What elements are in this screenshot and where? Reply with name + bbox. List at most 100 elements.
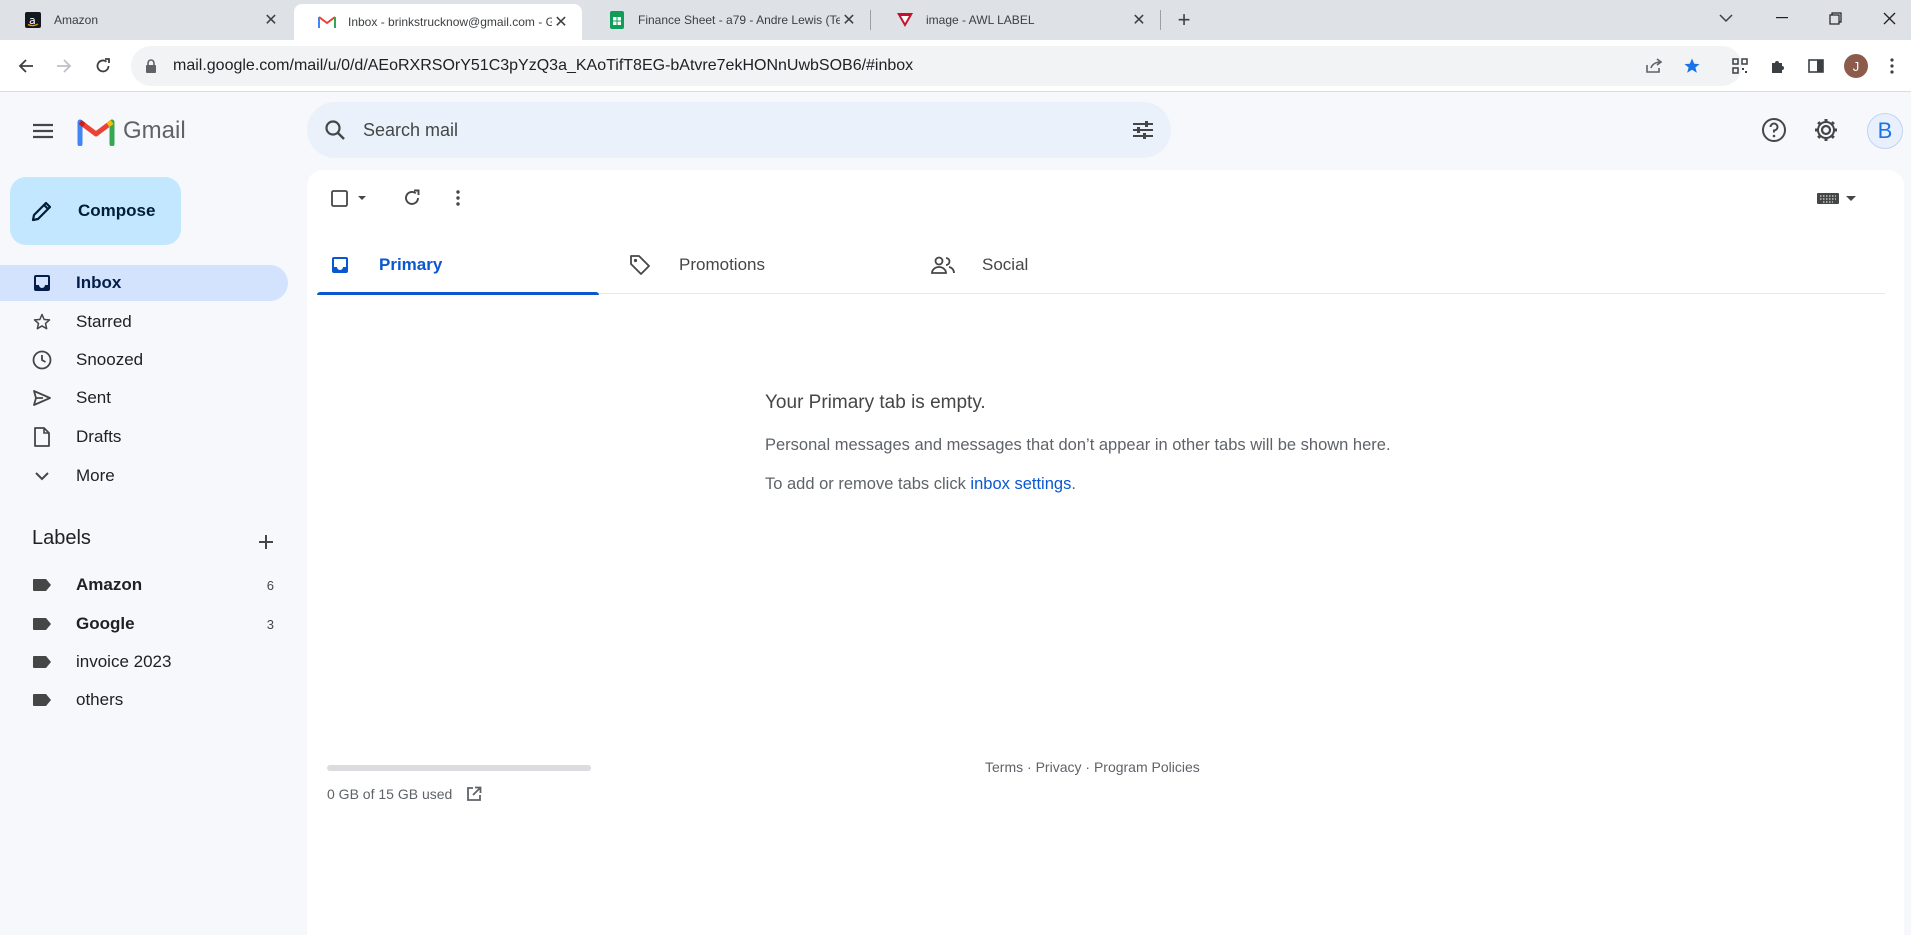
footer-separator: · <box>1023 759 1036 775</box>
tab-title: Inbox - brinkstrucknow@gmail.com - G <box>348 15 552 29</box>
search-bar <box>307 102 1171 158</box>
terms-link[interactable]: Terms <box>985 759 1023 775</box>
search-input[interactable] <box>363 119 1115 141</box>
awl-icon <box>896 11 914 29</box>
nav-item-label: Starred <box>76 312 132 331</box>
program-policies-link[interactable]: Program Policies <box>1094 759 1200 775</box>
search-options-icon[interactable] <box>1115 102 1171 158</box>
side-panel-icon[interactable] <box>1802 52 1830 80</box>
send-icon <box>30 386 54 410</box>
nav-item-label: Sent <box>76 388 111 407</box>
nav-item-label: Drafts <box>76 427 122 446</box>
browser-menu-icon[interactable] <box>1878 52 1906 80</box>
sheets-icon <box>608 11 626 29</box>
inbox-settings-link[interactable]: inbox settings <box>970 475 1071 493</box>
settings-hint-suffix: . <box>1071 475 1076 493</box>
tab-label: Primary <box>379 255 443 274</box>
more-actions-icon[interactable] <box>441 182 475 214</box>
open-in-new-icon[interactable] <box>464 784 484 804</box>
browser-tab-gmail[interactable]: Inbox - brinkstrucknow@gmail.com - G ✕ <box>294 4 582 40</box>
browser-toolbar: mail.google.com/mail/u/0/d/AEoRXRSOrY51C… <box>0 40 1911 92</box>
close-window-icon[interactable] <box>1867 0 1911 36</box>
help-icon[interactable] <box>1756 112 1792 148</box>
tab-label: Social <box>982 255 1029 274</box>
add-label-icon[interactable] <box>252 528 280 556</box>
gmail-logo[interactable]: Gmail <box>77 114 186 148</box>
label-name: others <box>76 690 124 709</box>
tab-promotions[interactable]: Promotions <box>617 236 899 294</box>
close-icon[interactable]: ✕ <box>840 11 858 29</box>
close-icon[interactable]: ✕ <box>552 13 570 31</box>
new-tab-button[interactable]: + <box>1172 7 1196 32</box>
nav-item-more[interactable]: More <box>0 458 288 494</box>
draft-icon <box>30 425 54 449</box>
browser-tab-sheets[interactable]: Finance Sheet - a79 - Andre Lewis (Tea ✕ <box>584 0 870 40</box>
label-name: Google <box>76 614 135 633</box>
label-count: 3 <box>266 616 274 632</box>
label-item-invoice-2023[interactable]: invoice 2023 <box>0 644 288 680</box>
category-tabs: Primary Promotions Social <box>317 236 1885 295</box>
main-menu-icon[interactable] <box>28 116 58 146</box>
back-arrow-icon[interactable] <box>12 52 40 80</box>
tab-label: Promotions <box>679 255 765 274</box>
footer-links: Terms · Privacy · Program Policies <box>985 759 1200 775</box>
tab-separator <box>870 10 871 30</box>
compose-button[interactable]: Compose <box>10 177 181 245</box>
bookmark-star-icon[interactable] <box>1678 52 1706 80</box>
forward-arrow-icon[interactable] <box>50 52 78 80</box>
nav-item-label: Inbox <box>76 273 122 292</box>
refresh-icon[interactable] <box>395 182 429 214</box>
inbox-icon <box>30 271 54 295</box>
tab-primary[interactable]: Primary <box>317 236 599 295</box>
clock-icon <box>30 348 54 372</box>
message-list-panel: Primary Promotions Social Your Primary t… <box>307 170 1904 935</box>
tab-social[interactable]: Social <box>920 236 1202 294</box>
empty-state-heading: Your Primary tab is empty. <box>765 392 986 413</box>
minimize-icon[interactable] <box>1760 0 1804 36</box>
chevron-down-icon <box>30 464 54 488</box>
browser-profile-avatar[interactable]: J <box>1844 54 1868 78</box>
input-tools-keyboard-icon[interactable] <box>1813 182 1861 214</box>
search-icon[interactable] <box>307 102 363 158</box>
nav-item-inbox[interactable]: Inbox <box>0 265 288 301</box>
select-all-checkbox[interactable] <box>325 182 373 214</box>
pencil-icon <box>30 198 56 224</box>
account-avatar[interactable]: B <box>1867 113 1903 149</box>
close-icon[interactable]: ✕ <box>262 11 280 29</box>
nav-item-sent[interactable]: Sent <box>0 380 288 416</box>
extensions-puzzle-icon[interactable] <box>1764 52 1792 80</box>
reload-icon[interactable] <box>89 52 117 80</box>
restore-icon[interactable] <box>1813 0 1857 36</box>
browser-tab-strip: a Amazon ✕ Inbox - brinkstrucknow@gmail.… <box>0 0 1911 40</box>
star-icon <box>30 310 54 334</box>
nav-item-starred[interactable]: Starred <box>0 304 288 340</box>
people-icon <box>930 252 956 278</box>
label-item-amazon[interactable]: Amazon 6 <box>0 567 288 603</box>
amazon-icon: a <box>24 11 42 29</box>
empty-state-settings-hint: To add or remove tabs click inbox settin… <box>765 475 1391 494</box>
footer-separator: · <box>1081 759 1094 775</box>
nav-item-label: More <box>76 466 115 485</box>
label-count: 6 <box>266 577 274 593</box>
label-name: Amazon <box>76 575 143 594</box>
browser-tab-amazon[interactable]: a Amazon ✕ <box>0 0 292 40</box>
nav-item-drafts[interactable]: Drafts <box>0 419 288 455</box>
storage-usage-text: 0 GB of 15 GB used <box>327 786 453 802</box>
gmail-logo-text: Gmail <box>123 117 186 144</box>
share-icon[interactable] <box>1640 52 1668 80</box>
label-item-google[interactable]: Google 3 <box>0 606 288 642</box>
qr-extension-icon[interactable] <box>1726 52 1754 80</box>
inbox-tab-icon <box>327 252 353 278</box>
nav-item-snoozed[interactable]: Snoozed <box>0 342 288 378</box>
privacy-link[interactable]: Privacy <box>1036 759 1082 775</box>
tab-search-icon[interactable] <box>1704 0 1748 36</box>
label-item-others[interactable]: others <box>0 682 288 718</box>
label-tag-icon <box>30 650 54 674</box>
nav-item-label: Snoozed <box>76 350 144 369</box>
close-icon[interactable]: ✕ <box>1130 11 1148 29</box>
browser-tab-awl[interactable]: image - AWL LABEL ✕ <box>872 0 1160 40</box>
address-bar[interactable]: mail.google.com/mail/u/0/d/AEoRXRSOrY51C… <box>131 46 1742 86</box>
settings-gear-icon[interactable] <box>1808 112 1844 148</box>
label-tag-icon <box>30 688 54 712</box>
lock-icon <box>145 58 161 74</box>
